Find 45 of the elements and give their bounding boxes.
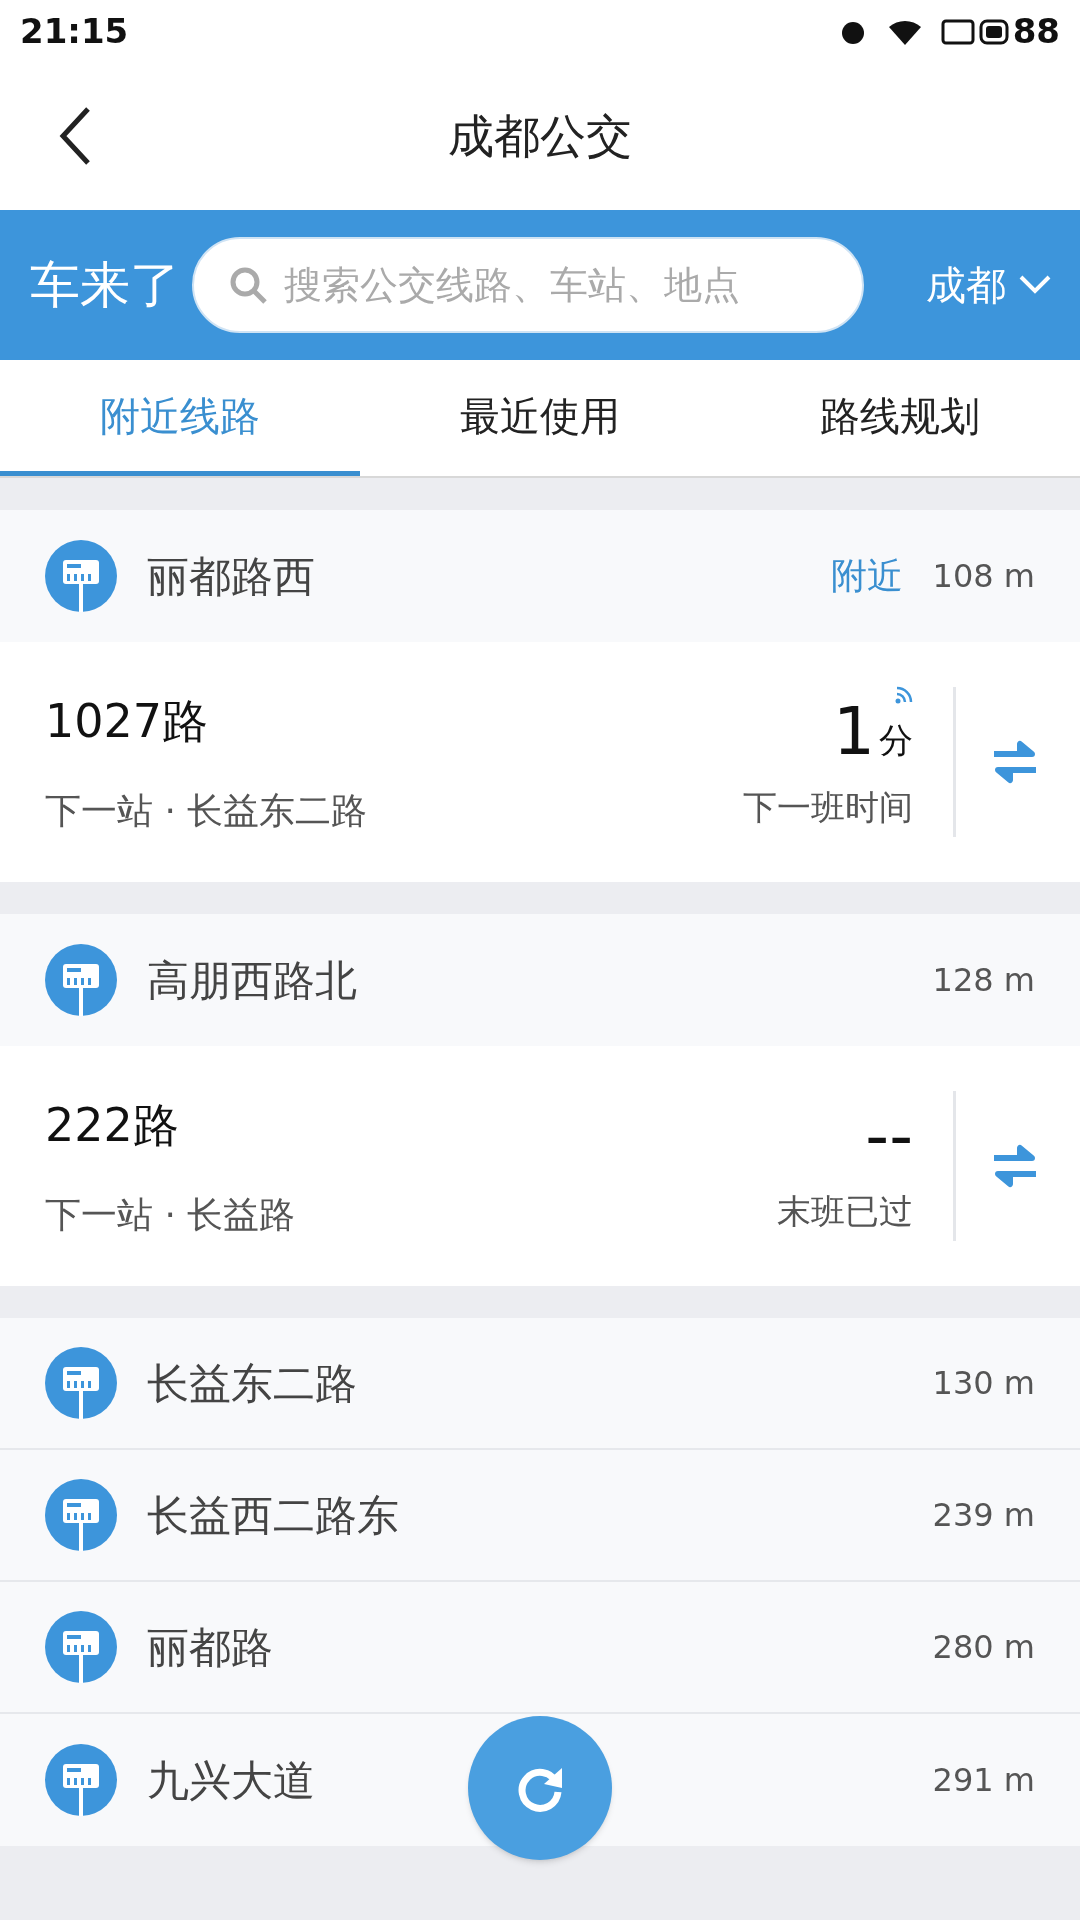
bus-line-row[interactable]: 1027路 下一站 · 长益东二路 1 分 下一班时间: [0, 642, 1080, 882]
search-icon: [228, 265, 268, 305]
stop-row[interactable]: 长益东二路 130 m: [0, 1318, 1080, 1450]
tab[interactable]: 最近使用: [360, 360, 720, 476]
brand-logo-text: 车来了: [30, 254, 180, 316]
stop-name: 九兴大道: [147, 1754, 315, 1807]
arrival-caption: 末班已过: [777, 1189, 913, 1233]
bus-stop-icon: [45, 540, 117, 612]
bus-line-row[interactable]: 222路 下一站 · 长益路 -- 末班已过: [0, 1046, 1080, 1286]
bus-stop-icon: [45, 1611, 117, 1683]
bus-stop-icon: [45, 944, 117, 1016]
arrival-unit: 分: [879, 718, 913, 762]
stop-distance: 291 m: [932, 1760, 1035, 1801]
next-stop: 下一站 · 长益路: [45, 1192, 296, 1237]
stop-name: 高朋西路北: [147, 954, 357, 1007]
line-name: 1027路: [45, 692, 210, 750]
battery-level: 88: [1012, 9, 1060, 53]
stop-row[interactable]: 丽都路西 附近 108 m: [0, 510, 1080, 642]
stop-row[interactable]: 丽都路 280 m: [0, 1582, 1080, 1714]
chevron-down-icon: [1018, 274, 1052, 296]
tab[interactable]: 路线规划: [720, 360, 1080, 476]
nearby-tag: 附近: [830, 549, 903, 603]
stop-row[interactable]: 长益西二路东 239 m: [0, 1450, 1080, 1582]
stop-distance: 128 m: [932, 960, 1035, 1001]
stop-name: 长益东二路: [147, 1357, 357, 1410]
page-title: 成都公交: [448, 107, 632, 165]
stop-name: 丽都路: [147, 1621, 273, 1674]
line-name: 222路: [45, 1096, 180, 1154]
arrival-time: 1: [833, 691, 875, 772]
arrival-time: --: [865, 1095, 913, 1176]
bus-stop-icon: [45, 1479, 117, 1551]
stop-distance: 130 m: [932, 1363, 1035, 1404]
next-stop: 下一站 · 长益东二路: [45, 788, 368, 833]
stop-distance: 108 m: [932, 556, 1035, 597]
stop-distance: 239 m: [932, 1495, 1035, 1536]
stop-row[interactable]: 高朋西路北 128 m: [0, 914, 1080, 1046]
status-time: 21:15: [20, 9, 129, 53]
stop-distance: 280 m: [932, 1627, 1035, 1668]
back-icon[interactable]: [58, 105, 92, 167]
stop-name: 长益西二路东: [147, 1489, 399, 1542]
bus-stop-icon: [45, 1744, 117, 1816]
arrival-caption: 下一班时间: [743, 785, 913, 829]
stop-name: 丽都路西: [147, 550, 315, 603]
bus-stop-icon: [45, 1347, 117, 1419]
search-field[interactable]: 搜索公交线路、车站、地点: [192, 237, 864, 333]
